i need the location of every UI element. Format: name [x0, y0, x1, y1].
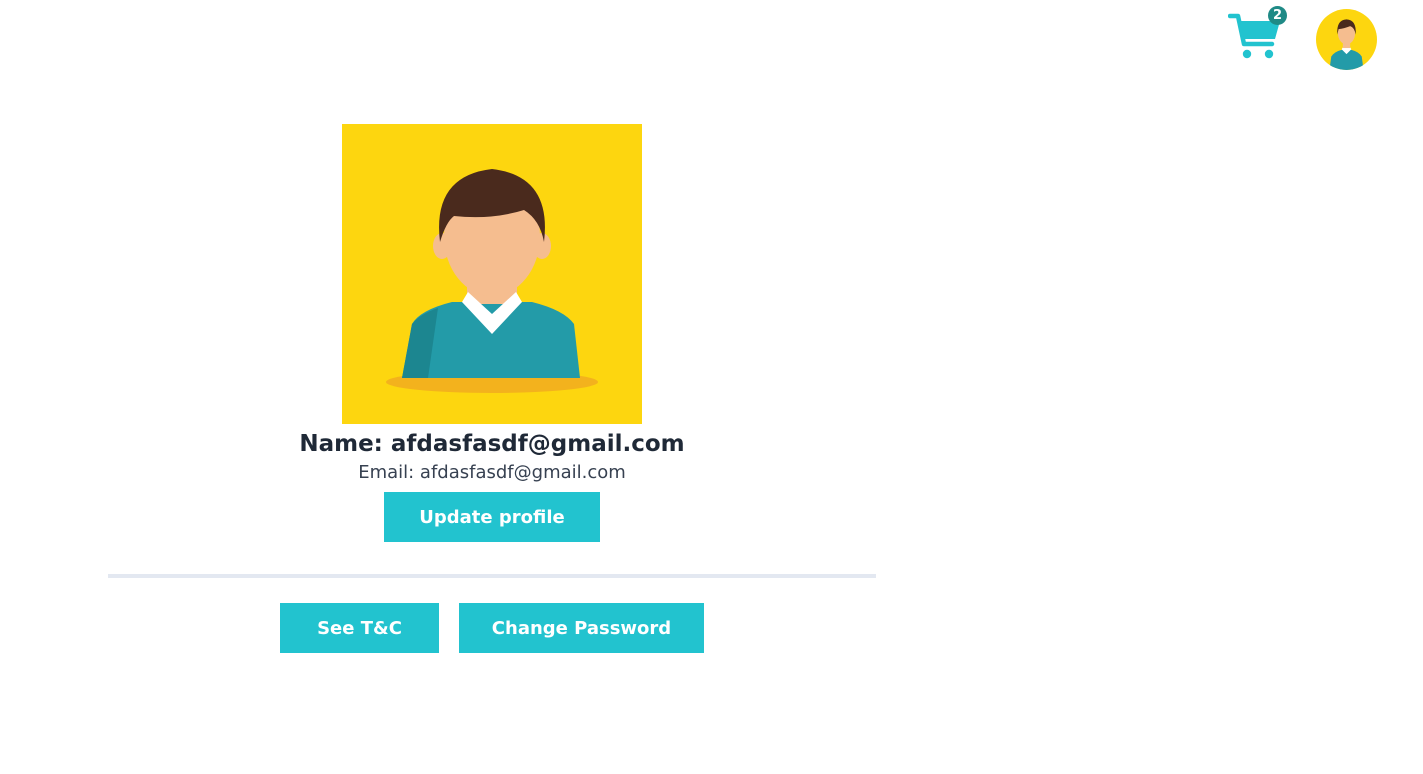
change-password-button[interactable]: Change Password: [459, 603, 704, 653]
update-profile-button[interactable]: Update profile: [384, 492, 600, 542]
see-terms-button[interactable]: See T&C: [280, 603, 439, 653]
profile-email: Email: afdasfasdf@gmail.com: [358, 462, 626, 483]
cart-button[interactable]: 2: [1228, 6, 1288, 60]
profile-card: Name: afdasfasdf@gmail.com Email: afdasf…: [108, 124, 876, 542]
account-actions: See T&C Change Password: [280, 603, 704, 653]
section-divider: [108, 574, 876, 578]
profile-picture: [342, 124, 642, 424]
cart-count-badge: 2: [1268, 6, 1287, 25]
profile-name: Name: afdasfasdf@gmail.com: [299, 431, 685, 457]
user-avatar-icon[interactable]: [1316, 9, 1377, 70]
top-bar: 2: [0, 0, 1423, 80]
